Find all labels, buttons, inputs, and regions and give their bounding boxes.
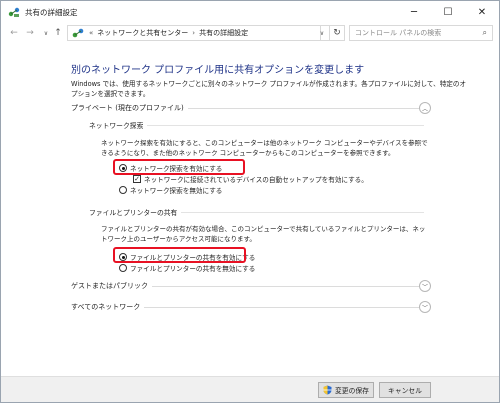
save-changes-label[interactable]: 変更の保存	[335, 385, 369, 395]
breadcrumb-separator[interactable]: ›	[192, 29, 195, 37]
collapse-chevron-icon[interactable]: ︿	[419, 102, 431, 114]
guest-profile-title: ゲストまたはパブリック	[71, 281, 152, 291]
maximize-button[interactable]: ☐	[431, 1, 465, 23]
refresh-button[interactable]: ↻	[329, 25, 345, 41]
guest-profile-header[interactable]: ゲストまたはパブリック	[71, 279, 431, 293]
back-button[interactable]: ←	[7, 26, 21, 40]
breadcrumb-network-sharing-center[interactable]: ネットワークと共有センター	[97, 28, 188, 38]
radio-unselected-icon[interactable]	[119, 264, 127, 272]
expand-chevron-icon[interactable]: ﹀	[419, 301, 431, 313]
divider	[187, 107, 427, 109]
cancel-button[interactable]: キャンセル	[379, 382, 431, 398]
address-dropdown-button[interactable]: ∨	[315, 25, 329, 41]
network-discovery-description: ネットワーク探索を有効にすると、このコンピューターは他のネットワーク コンピュー…	[101, 139, 428, 157]
main-content: 別のネットワーク プロファイル用に共有オプションを変更します Windows で…	[1, 43, 499, 376]
file-printer-sharing-off-option[interactable]: ファイルとプリンターの共有を無効にする	[119, 263, 255, 273]
private-profile-header[interactable]: プライベート (現在のプロファイル)	[71, 101, 431, 115]
window-title: 共有の詳細設定	[25, 8, 78, 17]
breadcrumb-overflow[interactable]: «	[89, 29, 93, 37]
save-changes-button[interactable]: 変更の保存	[318, 382, 374, 398]
advanced-sharing-window: 共有の詳細設定 ─ ☐ ✕ ← → ∨ ↑ « ネットワークと共有センター › …	[0, 0, 500, 403]
file-printer-sharing-header: ファイルとプリンターの共有	[89, 206, 424, 218]
network-discovery-off-option[interactable]: ネットワーク探索を無効にする	[119, 185, 222, 195]
private-profile-title: プライベート (現在のプロファイル)	[71, 103, 188, 113]
file-printer-sharing-description: ファイルとプリンターの共有が有効な場合、このコンピューターで共有しているファイル…	[101, 225, 426, 243]
highlight-box	[113, 247, 246, 263]
network-discovery-title: ネットワーク探索	[89, 122, 144, 130]
divider	[181, 211, 424, 213]
divider	[152, 285, 427, 287]
network-discovery-header: ネットワーク探索	[89, 119, 424, 131]
radio-unselected-icon[interactable]	[119, 186, 127, 194]
page-title: 別のネットワーク プロファイル用に共有オプションを変更します	[71, 65, 365, 76]
breadcrumb-advanced-sharing[interactable]: 共有の詳細設定	[199, 28, 248, 38]
address-bar[interactable]: « ネットワークと共有センター › 共有の詳細設定	[67, 25, 321, 41]
network-discovery-off-label[interactable]: ネットワーク探索を無効にする	[130, 185, 222, 195]
search-input[interactable]: コントロール パネルの検索	[355, 28, 441, 38]
navigation-bar: ← → ∨ ↑ « ネットワークと共有センター › 共有の詳細設定 ∨ ↻ コン…	[1, 23, 499, 43]
minimize-button[interactable]: ─	[397, 1, 431, 23]
divider	[144, 306, 427, 308]
divider	[147, 124, 424, 126]
all-networks-header[interactable]: すべてのネットワーク	[71, 300, 431, 314]
title-bar: 共有の詳細設定 ─ ☐ ✕	[1, 1, 499, 23]
auto-setup-option[interactable]: ✓ ネットワークに接続されているデバイスの自動セットアップを有効にする。	[133, 174, 368, 184]
forward-button[interactable]: →	[23, 26, 37, 40]
network-sharing-icon	[72, 28, 84, 38]
close-button[interactable]: ✕	[465, 1, 499, 23]
uac-shield-icon	[323, 385, 332, 395]
footer-bar: 変更の保存 キャンセル	[1, 376, 499, 402]
checkbox-checked-icon[interactable]: ✓	[133, 175, 141, 183]
search-box[interactable]: コントロール パネルの検索 ⌕	[349, 25, 493, 41]
highlight-box	[113, 159, 245, 175]
file-printer-sharing-title: ファイルとプリンターの共有	[89, 209, 178, 217]
auto-setup-label[interactable]: ネットワークに接続されているデバイスの自動セットアップを有効にする。	[144, 174, 368, 184]
intro-text: Windows では、使用するネットワークごとに別々のネットワーク プロファイル…	[71, 80, 467, 98]
network-sharing-icon	[8, 7, 20, 17]
all-networks-title: すべてのネットワーク	[71, 302, 145, 312]
search-icon[interactable]: ⌕	[483, 28, 487, 38]
expand-chevron-icon[interactable]: ﹀	[419, 280, 431, 292]
up-button[interactable]: ↑	[51, 26, 65, 40]
file-printer-sharing-off-label[interactable]: ファイルとプリンターの共有を無効にする	[130, 263, 255, 273]
